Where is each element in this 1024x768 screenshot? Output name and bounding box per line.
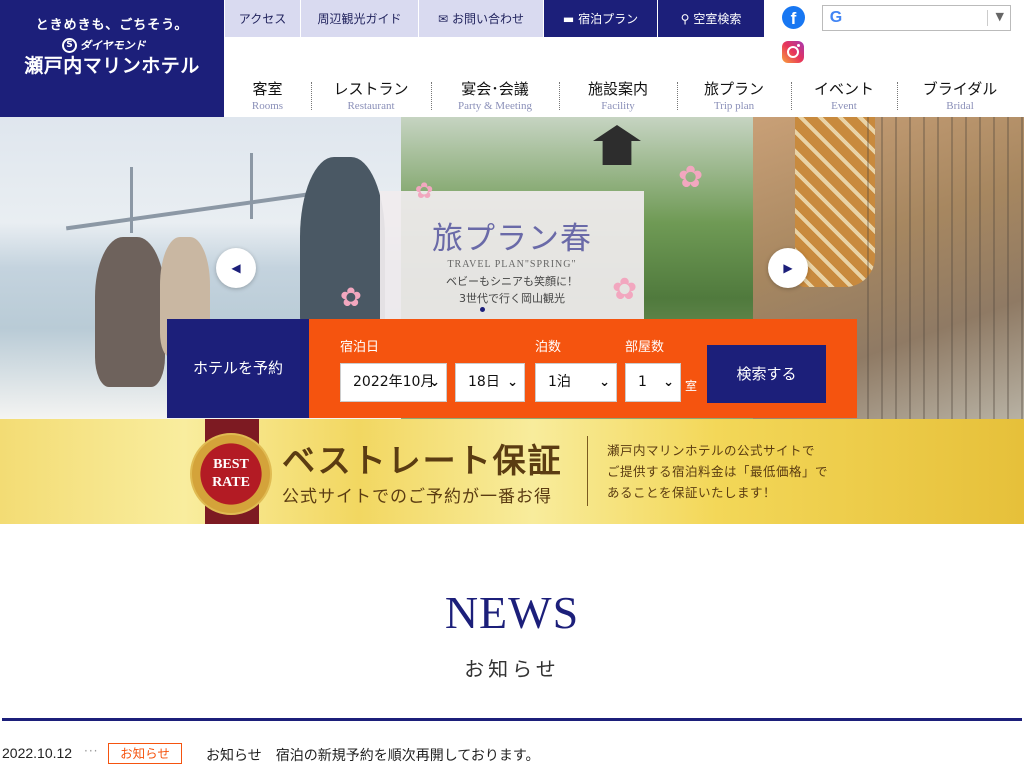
util-stay-plans[interactable]: ▬ 宿泊プラン xyxy=(544,0,657,37)
slider-next-button[interactable]: ▶ xyxy=(768,248,808,288)
booking-form: 宿泊日 2022年10月 ⌄ 18日 ⌄ 泊数 1泊 ⌄ 部屋数 1 ⌄ 室 検… xyxy=(309,319,857,418)
util-sightseeing-guide[interactable]: 周辺観光ガイド xyxy=(301,0,418,37)
best-rate-subtitle: 公式サイトでのご予約が一番お得 xyxy=(282,487,552,507)
utility-nav: アクセス 周辺観光ガイド ✉ お問い合わせ ▬ 宿泊プラン ⚲ 空室検索 xyxy=(225,0,765,37)
castle-shape xyxy=(593,125,641,165)
news-dots: ··· xyxy=(84,744,99,758)
util-contact[interactable]: ✉ お問い合わせ xyxy=(419,0,543,37)
cherry-blossom-icon: ✿ xyxy=(678,160,704,195)
news-title: NEWS xyxy=(444,587,580,638)
facebook-icon[interactable]: f xyxy=(782,6,805,29)
nav-rooms[interactable]: 客室 Rooms xyxy=(224,74,311,117)
best-rate-divider xyxy=(587,436,588,506)
checkin-day-select[interactable]: 18日 ⌄ xyxy=(455,363,525,402)
chevron-down-icon: ⌄ xyxy=(663,375,674,390)
cherry-blossom-icon: ✿ xyxy=(612,272,638,307)
google-icon: G xyxy=(829,9,843,26)
search-button[interactable]: 検索する xyxy=(707,345,826,403)
news-date: 2022.10.12 xyxy=(2,745,73,761)
nav-bridal[interactable]: ブライダル Bridal xyxy=(897,74,1023,117)
checkin-month-select[interactable]: 2022年10月 ⌄ xyxy=(340,363,447,402)
util-vacancy-search[interactable]: ⚲ 空室検索 xyxy=(658,0,764,37)
search-icon: ⚲ xyxy=(680,11,690,26)
bed-icon: ▬ xyxy=(562,11,575,26)
best-rate-medal-icon: BEST RATE xyxy=(190,433,272,515)
nav-event[interactable]: イベント Event xyxy=(791,74,897,117)
nav-party-meeting[interactable]: 宴会･会議 Party & Meeting xyxy=(431,74,559,117)
best-rate-title: ベストレート保証 xyxy=(282,441,563,480)
chevron-down-icon: ⌄ xyxy=(507,375,518,390)
cherry-blossom-icon: ✿ xyxy=(340,283,362,313)
booking-label: ホテルを予約 xyxy=(167,319,309,418)
hero-caption-card[interactable]: 旅プラン春 TRAVEL PLAN"SPRING" ベビーもシニアも笑顔に！ 3… xyxy=(380,191,644,319)
hero-line1: ベビーもシニアも笑顔に！ xyxy=(446,275,578,288)
translate-divider xyxy=(987,10,988,26)
slider-dot[interactable] xyxy=(480,307,485,312)
hero-line2: 3世代で行く岡山観光 xyxy=(459,292,565,305)
caret-down-icon: ▼ xyxy=(995,10,1004,23)
rooms-label: 部屋数 xyxy=(625,340,665,355)
best-rate-description: 瀬戸内マリンホテルの公式サイトで ご提供する宿泊料金は「最低価格」で あることを… xyxy=(607,443,829,500)
logo-hotel-name: 瀬戸内マリンホテル xyxy=(24,55,200,77)
bridge-shape xyxy=(65,191,315,231)
nights-label: 泊数 xyxy=(535,340,562,355)
nav-restaurant[interactable]: レストラン Restaurant xyxy=(311,74,431,117)
hero-title-en: TRAVEL PLAN"SPRING" xyxy=(447,259,577,270)
news-subtitle: お知らせ xyxy=(464,657,560,681)
instagram-icon[interactable] xyxy=(782,41,804,63)
checkin-date-label: 宿泊日 xyxy=(340,340,380,355)
rooms-select[interactable]: 1 ⌄ xyxy=(625,363,681,402)
nav-facility[interactable]: 施設案内 Facility xyxy=(559,74,677,117)
rooms-unit: 室 xyxy=(685,379,698,393)
fence-shape xyxy=(855,117,1024,419)
nav-trip-plan[interactable]: 旅プラン Trip plan xyxy=(677,74,791,117)
slider-prev-button[interactable]: ◀ xyxy=(216,248,256,288)
chevron-down-icon: ⌄ xyxy=(599,375,610,390)
news-text[interactable]: お知らせ 宿泊の新規予約を順次再開しております。 xyxy=(206,745,539,765)
google-translate-select[interactable]: G ▼ xyxy=(822,5,1011,31)
child-figure xyxy=(95,237,165,387)
news-divider xyxy=(2,718,1022,721)
logo-tagline: ときめきも、ごちそう。 xyxy=(35,18,189,33)
news-category-badge: お知らせ xyxy=(108,743,182,764)
bridge-tower xyxy=(130,167,133,233)
envelope-icon: ✉ xyxy=(437,11,449,26)
hero-title: 旅プラン春 xyxy=(432,221,592,257)
util-access[interactable]: アクセス xyxy=(225,0,300,37)
bridge-tower xyxy=(250,153,253,219)
chevron-down-icon: ⌄ xyxy=(429,375,440,390)
hotel-logo[interactable]: ときめきも、ごちそう。 S ダイヤモンド 瀬戸内マリンホテル xyxy=(0,0,224,117)
nights-select[interactable]: 1泊 ⌄ xyxy=(535,363,617,402)
cherry-blossom-icon: ✿ xyxy=(415,179,434,204)
news-item[interactable]: 2022.10.12 ··· お知らせ お知らせ 宿泊の新規予約を順次再開してお… xyxy=(2,743,1022,765)
main-nav: 客室 Rooms レストラン Restaurant 宴会･会議 Party & … xyxy=(224,74,1023,117)
